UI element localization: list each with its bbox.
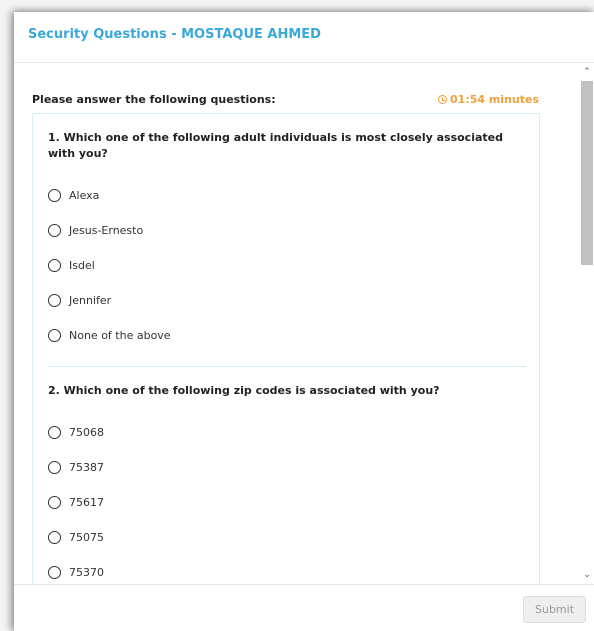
instructions-text: Please answer the following questions: bbox=[32, 93, 276, 106]
modal-body[interactable]: Please answer the following questions: 0… bbox=[14, 63, 594, 584]
modal-footer: Submit bbox=[14, 584, 594, 631]
radio-button[interactable] bbox=[48, 530, 61, 544]
security-questions-modal: Security Questions - MOSTAQUE AHMED Plea… bbox=[14, 12, 594, 631]
question-2-option-2[interactable]: 75387 bbox=[48, 458, 104, 476]
question-2-option-5[interactable]: 75370 bbox=[48, 563, 104, 581]
option-label: 75617 bbox=[69, 495, 104, 509]
question-1-text: 1. Which one of the following adult indi… bbox=[48, 131, 503, 160]
radio-button[interactable] bbox=[48, 460, 61, 474]
radio-button[interactable] bbox=[48, 495, 61, 509]
scrollbar-thumb[interactable] bbox=[581, 81, 593, 265]
modal-title: Security Questions - MOSTAQUE AHMED bbox=[28, 27, 321, 42]
option-label: None of the above bbox=[69, 328, 171, 342]
question-1-option-4[interactable]: Jennifer bbox=[48, 291, 111, 309]
modal-header: Security Questions - MOSTAQUE AHMED bbox=[14, 12, 594, 63]
question-2-option-3[interactable]: 75617 bbox=[48, 493, 104, 511]
radio-button[interactable] bbox=[48, 293, 61, 307]
vertical-scrollbar[interactable]: ⌃ ⌄ bbox=[580, 63, 594, 584]
chevron-down-icon[interactable]: ⌄ bbox=[580, 568, 594, 582]
radio-button[interactable] bbox=[48, 328, 61, 342]
option-label: 75075 bbox=[69, 530, 104, 544]
option-label: Alexa bbox=[69, 188, 100, 202]
option-label: 75387 bbox=[69, 460, 104, 474]
submit-button[interactable]: Submit bbox=[523, 596, 586, 623]
question-1-option-3[interactable]: Isdel bbox=[48, 256, 95, 274]
question-2-option-4[interactable]: 75075 bbox=[48, 528, 104, 546]
radio-button[interactable] bbox=[48, 258, 61, 272]
option-label: 75370 bbox=[69, 565, 104, 579]
option-label: Jennifer bbox=[69, 293, 112, 307]
radio-button[interactable] bbox=[48, 565, 61, 579]
option-label: 75068 bbox=[69, 425, 104, 439]
timer-text: 01:54 minutes bbox=[449, 93, 539, 106]
question-divider bbox=[48, 366, 526, 367]
questions-panel: 1. Which one of the following adult indi… bbox=[32, 113, 540, 584]
radio-button[interactable] bbox=[48, 223, 61, 237]
question-1-option-1[interactable]: Alexa bbox=[48, 186, 99, 204]
countdown-timer: 01:54 minutes bbox=[437, 93, 539, 106]
option-label: Jesus-Ernesto bbox=[69, 223, 144, 237]
radio-button[interactable] bbox=[48, 188, 61, 202]
question-1-option-2[interactable]: Jesus-Ernesto bbox=[48, 221, 143, 239]
radio-button[interactable] bbox=[48, 425, 61, 439]
clock-icon bbox=[437, 95, 447, 104]
question-2-option-1[interactable]: 75068 bbox=[48, 423, 104, 441]
question-1-option-5[interactable]: None of the above bbox=[48, 326, 171, 344]
chevron-up-icon[interactable]: ⌃ bbox=[580, 65, 594, 79]
page: Security Questions - MOSTAQUE AHMED Plea… bbox=[0, 0, 594, 631]
option-label: Isdel bbox=[69, 258, 95, 272]
question-2-text: 2. Which one of the following zip codes … bbox=[48, 384, 440, 397]
